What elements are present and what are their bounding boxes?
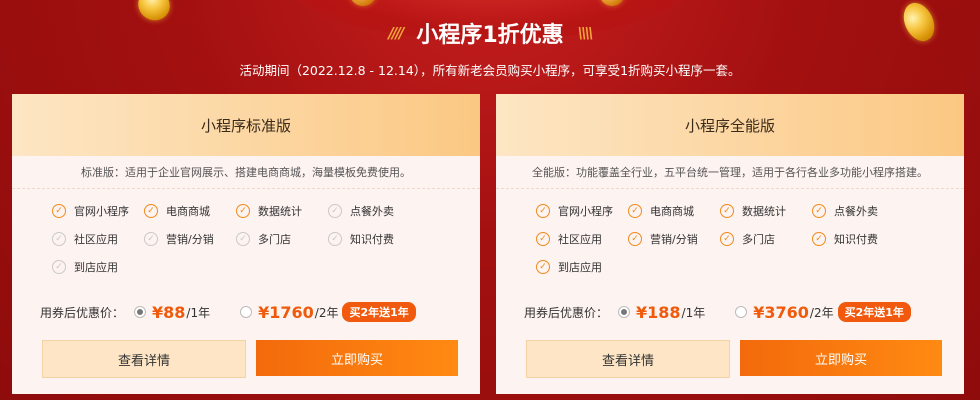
- buy-now-button[interactable]: 立即购买: [740, 340, 942, 376]
- check-icon: ✓: [628, 204, 642, 218]
- button-row: 查看详情 立即购买: [526, 340, 942, 378]
- title-row: //// 小程序1折优惠 \\\\: [0, 16, 980, 50]
- promo-badge: 买2年送1年: [342, 302, 416, 322]
- feature-item: ✓ 点餐外卖: [812, 197, 904, 225]
- feature-item: ✓ 多门店: [720, 225, 812, 253]
- check-icon: ✓: [144, 232, 158, 246]
- check-icon: ✓: [812, 204, 826, 218]
- feature-label: 电商商城: [650, 205, 694, 218]
- plan-name: 小程序标准版: [12, 94, 480, 156]
- check-icon: ✓: [236, 232, 250, 246]
- feature-label: 官网小程序: [558, 205, 613, 218]
- promo-period-text: 活动期间（2022.12.8 - 12.14），所有新老会员购买小程序，可享受1…: [239, 63, 741, 78]
- feature-label: 社区应用: [74, 233, 118, 246]
- feature-item: ✓ 营销/分销: [144, 225, 236, 253]
- check-icon: ✓: [52, 232, 66, 246]
- feature-item: ✓ 数据统计: [236, 197, 328, 225]
- radio-button[interactable]: [618, 306, 631, 318]
- radio-button[interactable]: [735, 306, 748, 318]
- price-unit: /1年: [186, 305, 211, 320]
- check-icon: ✓: [720, 204, 734, 218]
- feature-label: 到店应用: [74, 261, 118, 274]
- feature-item: ✓ 到店应用: [52, 253, 144, 281]
- feature-item: ✓ 数据统计: [720, 197, 812, 225]
- feature-label: 社区应用: [558, 233, 602, 246]
- check-icon: ✓: [536, 260, 550, 274]
- radio-button[interactable]: [240, 306, 253, 318]
- check-icon: ✓: [536, 204, 550, 218]
- feature-list: ✓ 官网小程序 ✓ 电商商城 ✓ 数据统计 ✓ 点餐外卖 ✓ 社区应用 ✓ 营销/分销 ✓ 多…: [12, 189, 480, 281]
- check-icon: ✓: [236, 204, 250, 218]
- promo-badge: 买2年送1年: [837, 302, 911, 322]
- feature-item: ✓ 电商商城: [628, 197, 720, 225]
- price-value: ¥3760: [753, 302, 809, 322]
- feature-list: ✓ 官网小程序 ✓ 电商商城 ✓ 数据统计 ✓ 点餐外卖 ✓ 社区应用 ✓ 营销/分销 ✓ 多…: [496, 189, 964, 281]
- view-details-button[interactable]: 查看详情: [42, 340, 246, 378]
- check-icon: ✓: [328, 232, 342, 246]
- buy-now-button[interactable]: 立即购买: [256, 340, 458, 376]
- feature-item: ✓ 知识付费: [328, 225, 420, 253]
- price-value: ¥1760: [258, 302, 314, 322]
- price-option-1year[interactable]: ¥88 /1年: [134, 303, 210, 322]
- check-icon: ✓: [536, 232, 550, 246]
- price-value: ¥88: [152, 302, 186, 322]
- feature-label: 数据统计: [742, 205, 786, 218]
- price-unit: /1年: [681, 305, 706, 320]
- price-row: 用券后优惠价： ¥88 /1年 ¥1760 /2年 买2年送1年: [40, 302, 416, 322]
- check-icon: ✓: [628, 232, 642, 246]
- page-title: 小程序1折优惠: [416, 23, 564, 48]
- price-row: 用券后优惠价： ¥188 /1年 ¥3760 /2年 买2年送1年: [524, 302, 911, 322]
- decorative-slashes-left: ////: [388, 24, 404, 42]
- feature-label: 营销/分销: [166, 233, 214, 246]
- feature-item: ✓ 社区应用: [536, 225, 628, 253]
- promo-page: //// 小程序1折优惠 \\\\ 活动期间（2022.12.8 - 12.14…: [0, 0, 980, 400]
- feature-item: ✓ 到店应用: [536, 253, 628, 281]
- feature-item: ✓ 官网小程序: [536, 197, 628, 225]
- feature-label: 营销/分销: [650, 233, 698, 246]
- radio-button[interactable]: [134, 306, 147, 318]
- plan-card-full: 小程序全能版 全能版：功能覆盖全行业，五平台统一管理，适用于各行各业多功能小程序…: [496, 94, 964, 394]
- plan-description: 全能版：功能覆盖全行业，五平台统一管理，适用于各行各业多功能小程序搭建。: [496, 156, 964, 189]
- feature-label: 点餐外卖: [350, 205, 394, 218]
- price-option-2year[interactable]: ¥3760 /2年 买2年送1年: [735, 302, 911, 322]
- feature-label: 点餐外卖: [834, 205, 878, 218]
- plan-card-standard: 小程序标准版 标准版：适用于企业官网展示、搭建电商商城，海量模板免费使用。 ✓ 官…: [12, 94, 480, 394]
- button-row: 查看详情 立即购买: [42, 340, 458, 378]
- feature-label: 多门店: [258, 233, 291, 246]
- feature-item: ✓ 多门店: [236, 225, 328, 253]
- plan-name: 小程序全能版: [496, 94, 964, 156]
- feature-item: ✓ 营销/分销: [628, 225, 720, 253]
- check-icon: ✓: [812, 232, 826, 246]
- feature-label: 电商商城: [166, 205, 210, 218]
- view-details-button[interactable]: 查看详情: [526, 340, 730, 378]
- feature-label: 知识付费: [350, 233, 394, 246]
- feature-label: 知识付费: [834, 233, 878, 246]
- price-unit: /2年: [809, 305, 834, 320]
- feature-item: ✓ 官网小程序: [52, 197, 144, 225]
- price-label: 用券后优惠价：: [524, 305, 609, 320]
- feature-item: ✓ 电商商城: [144, 197, 236, 225]
- feature-item: ✓ 社区应用: [52, 225, 144, 253]
- price-option-1year[interactable]: ¥188 /1年: [618, 303, 705, 322]
- price-label: 用券后优惠价：: [40, 305, 125, 320]
- check-icon: ✓: [720, 232, 734, 246]
- feature-label: 官网小程序: [74, 205, 129, 218]
- feature-item: ✓ 点餐外卖: [328, 197, 420, 225]
- check-icon: ✓: [52, 260, 66, 274]
- plan-description: 标准版：适用于企业官网展示、搭建电商商城，海量模板免费使用。: [12, 156, 480, 189]
- decorative-slashes-right: \\\\: [577, 24, 594, 42]
- feature-item: ✓ 知识付费: [812, 225, 904, 253]
- check-icon: ✓: [144, 204, 158, 218]
- price-value: ¥188: [636, 302, 681, 322]
- price-option-2year[interactable]: ¥1760 /2年 买2年送1年: [240, 302, 416, 322]
- feature-label: 数据统计: [258, 205, 302, 218]
- check-icon: ✓: [52, 204, 66, 218]
- check-icon: ✓: [328, 204, 342, 218]
- feature-label: 到店应用: [558, 261, 602, 274]
- feature-label: 多门店: [742, 233, 775, 246]
- price-unit: /2年: [314, 305, 339, 320]
